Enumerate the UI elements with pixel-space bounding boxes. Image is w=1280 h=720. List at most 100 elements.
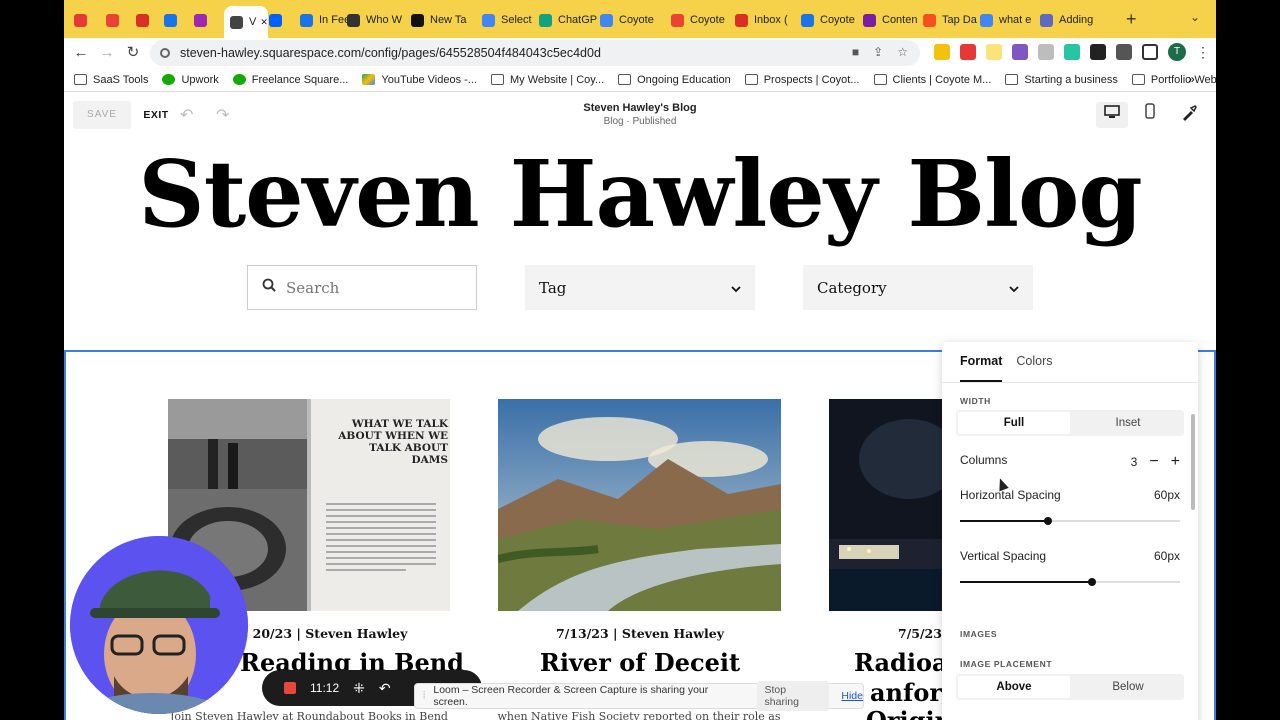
tab-label: Conten xyxy=(882,14,918,26)
browser-tab[interactable] xyxy=(194,7,224,33)
placement-below-option[interactable]: Below xyxy=(1072,674,1184,700)
post-image-river[interactable] xyxy=(498,399,781,611)
slider-handle[interactable] xyxy=(1044,517,1052,525)
width-full-option[interactable]: Full xyxy=(958,412,1070,434)
site-styles-brush-icon[interactable] xyxy=(1180,104,1198,127)
browser-tab[interactable]: Who W xyxy=(347,7,411,33)
forward-icon[interactable]: → xyxy=(96,42,118,64)
puzzle-icon[interactable] xyxy=(1116,44,1132,60)
bookmark-item[interactable]: YouTube Videos -... xyxy=(362,74,477,86)
bookmark-item[interactable]: My Website | Coy... xyxy=(490,74,604,86)
reload-icon[interactable]: ↻ xyxy=(122,42,144,64)
post-image-reactor[interactable] xyxy=(829,399,942,611)
save-button[interactable]: SAVE xyxy=(73,101,131,129)
bookmark-star-icon[interactable]: ☆ xyxy=(897,45,908,59)
stop-recording-button[interactable] xyxy=(284,682,296,694)
post-excerpt: Join Steven Hawley at Roundabout Books i… xyxy=(170,710,448,720)
browser-tab[interactable]: what e xyxy=(980,7,1040,33)
tab-search-icon[interactable]: ⌄ xyxy=(1190,10,1200,24)
tab-format[interactable]: Format xyxy=(960,354,1003,382)
tag-dropdown[interactable]: Tag xyxy=(525,265,755,310)
desktop-view-icon[interactable] xyxy=(1096,102,1128,128)
browser-tab[interactable]: V ✕ xyxy=(224,6,268,38)
vertical-spacing-slider[interactable] xyxy=(960,578,1180,586)
sidepanel-icon[interactable] xyxy=(1142,44,1158,60)
bookmark-item[interactable]: Prospects | Coyot... xyxy=(744,74,860,86)
undo-recording-icon[interactable]: ↶ xyxy=(379,680,391,697)
post-title-line: anford xyxy=(870,678,944,707)
drag-handle-icon[interactable]: ⦙ xyxy=(423,690,425,703)
grid-icon[interactable]: ⁜ xyxy=(353,680,365,697)
horizontal-spacing-slider[interactable] xyxy=(960,517,1180,525)
stop-sharing-button[interactable]: Stop sharing xyxy=(756,681,830,711)
browser-tab[interactable]: New Ta xyxy=(411,7,482,33)
browser-tab[interactable]: Coyote xyxy=(600,7,671,33)
new-tab-button[interactable]: + xyxy=(1126,9,1137,30)
browser-tab[interactable]: ChatGP xyxy=(539,7,600,33)
menu-kebab-icon[interactable]: ⋮ xyxy=(1196,44,1210,61)
profile-avatar[interactable]: T xyxy=(1168,43,1186,61)
close-tab-icon[interactable]: ✕ xyxy=(260,17,268,28)
webcam-bubble[interactable] xyxy=(70,536,248,714)
browser-tab[interactable]: Tap Da xyxy=(923,7,980,33)
browser-tab[interactable]: Conten xyxy=(863,7,923,33)
tab-favicon-icon xyxy=(863,13,876,27)
extension-icon[interactable] xyxy=(1012,44,1028,60)
tab-favicon-icon xyxy=(411,13,424,27)
mobile-view-icon[interactable] xyxy=(1134,102,1166,128)
slider-handle[interactable] xyxy=(1088,578,1096,586)
browser-tab[interactable] xyxy=(74,7,106,33)
folder-icon xyxy=(1131,74,1145,85)
search-field[interactable] xyxy=(247,265,477,310)
undo-icon[interactable]: ↶ xyxy=(180,105,193,125)
hide-button[interactable]: Hide xyxy=(841,690,863,702)
exit-button[interactable]: EXIT xyxy=(134,101,178,129)
browser-tab[interactable]: Select xyxy=(482,7,539,33)
width-inset-option[interactable]: Inset xyxy=(1072,410,1184,436)
bookmarks-overflow[interactable]: » xyxy=(1188,72,1204,86)
bookmark-item[interactable]: Ongoing Education xyxy=(618,74,731,86)
browser-tab[interactable] xyxy=(164,7,194,33)
extension-icon[interactable] xyxy=(934,44,950,60)
minus-icon[interactable]: − xyxy=(1149,453,1158,471)
image-placement-label: IMAGE PLACEMENT xyxy=(960,659,1053,669)
search-input[interactable] xyxy=(286,278,456,297)
site-info-icon[interactable] xyxy=(160,48,170,58)
browser-tab[interactable] xyxy=(136,7,164,33)
blog-title: Steven Hawley Blog xyxy=(138,140,1142,248)
browser-tab[interactable]: Inbox ( xyxy=(735,7,801,33)
redo-icon[interactable]: ↷ xyxy=(216,105,229,125)
browser-window: V✕ In Feed Who W New Ta Select ChatGP Coyote Co… xyxy=(64,0,1216,720)
browser-tab[interactable] xyxy=(269,7,300,33)
bookmark-item[interactable]: Starting a business xyxy=(1005,74,1118,86)
browser-tab[interactable]: Coyote xyxy=(801,7,863,33)
tab-favicon-icon xyxy=(801,13,814,27)
category-dropdown[interactable]: Category xyxy=(803,265,1033,310)
browser-tab[interactable] xyxy=(106,7,136,33)
placement-above-option[interactable]: Above xyxy=(958,676,1070,698)
tab-colors[interactable]: Colors xyxy=(1016,354,1052,382)
bookmark-item[interactable]: Clients | Coyote M... xyxy=(873,74,991,86)
share-icon[interactable]: ⇪ xyxy=(873,45,883,59)
browser-tab[interactable]: In Feed xyxy=(300,7,347,33)
bookmark-label: Upwork xyxy=(181,73,219,86)
post-title[interactable]: Radioac xyxy=(854,648,944,677)
plus-icon[interactable]: + xyxy=(1171,453,1180,471)
bookmark-item[interactable]: SaaS Tools xyxy=(74,74,148,86)
width-toggle[interactable]: Full Inset xyxy=(956,410,1184,436)
bookmark-item[interactable]: Freelance Square... xyxy=(232,74,348,86)
browser-tab[interactable]: Adding xyxy=(1040,7,1110,33)
extension-icon[interactable] xyxy=(986,44,1002,60)
address-bar[interactable]: steven-hawley.squarespace.com/config/pag… xyxy=(150,40,920,66)
camera-icon[interactable]: ■ xyxy=(852,45,859,59)
bookmark-item[interactable]: Upwork xyxy=(162,73,219,86)
pen-extension-icon[interactable] xyxy=(1090,44,1106,60)
panel-scrollbar[interactable] xyxy=(1191,414,1195,510)
image-placement-toggle[interactable]: Above Below xyxy=(956,674,1184,700)
extension-icon[interactable] xyxy=(960,44,976,60)
post-title[interactable]: River of Deceit xyxy=(520,648,760,677)
back-icon[interactable]: ← xyxy=(70,42,92,64)
camera-extension-icon[interactable] xyxy=(1038,44,1054,60)
browser-tab[interactable]: Coyote xyxy=(671,7,735,33)
extension-icon[interactable] xyxy=(1064,44,1080,60)
